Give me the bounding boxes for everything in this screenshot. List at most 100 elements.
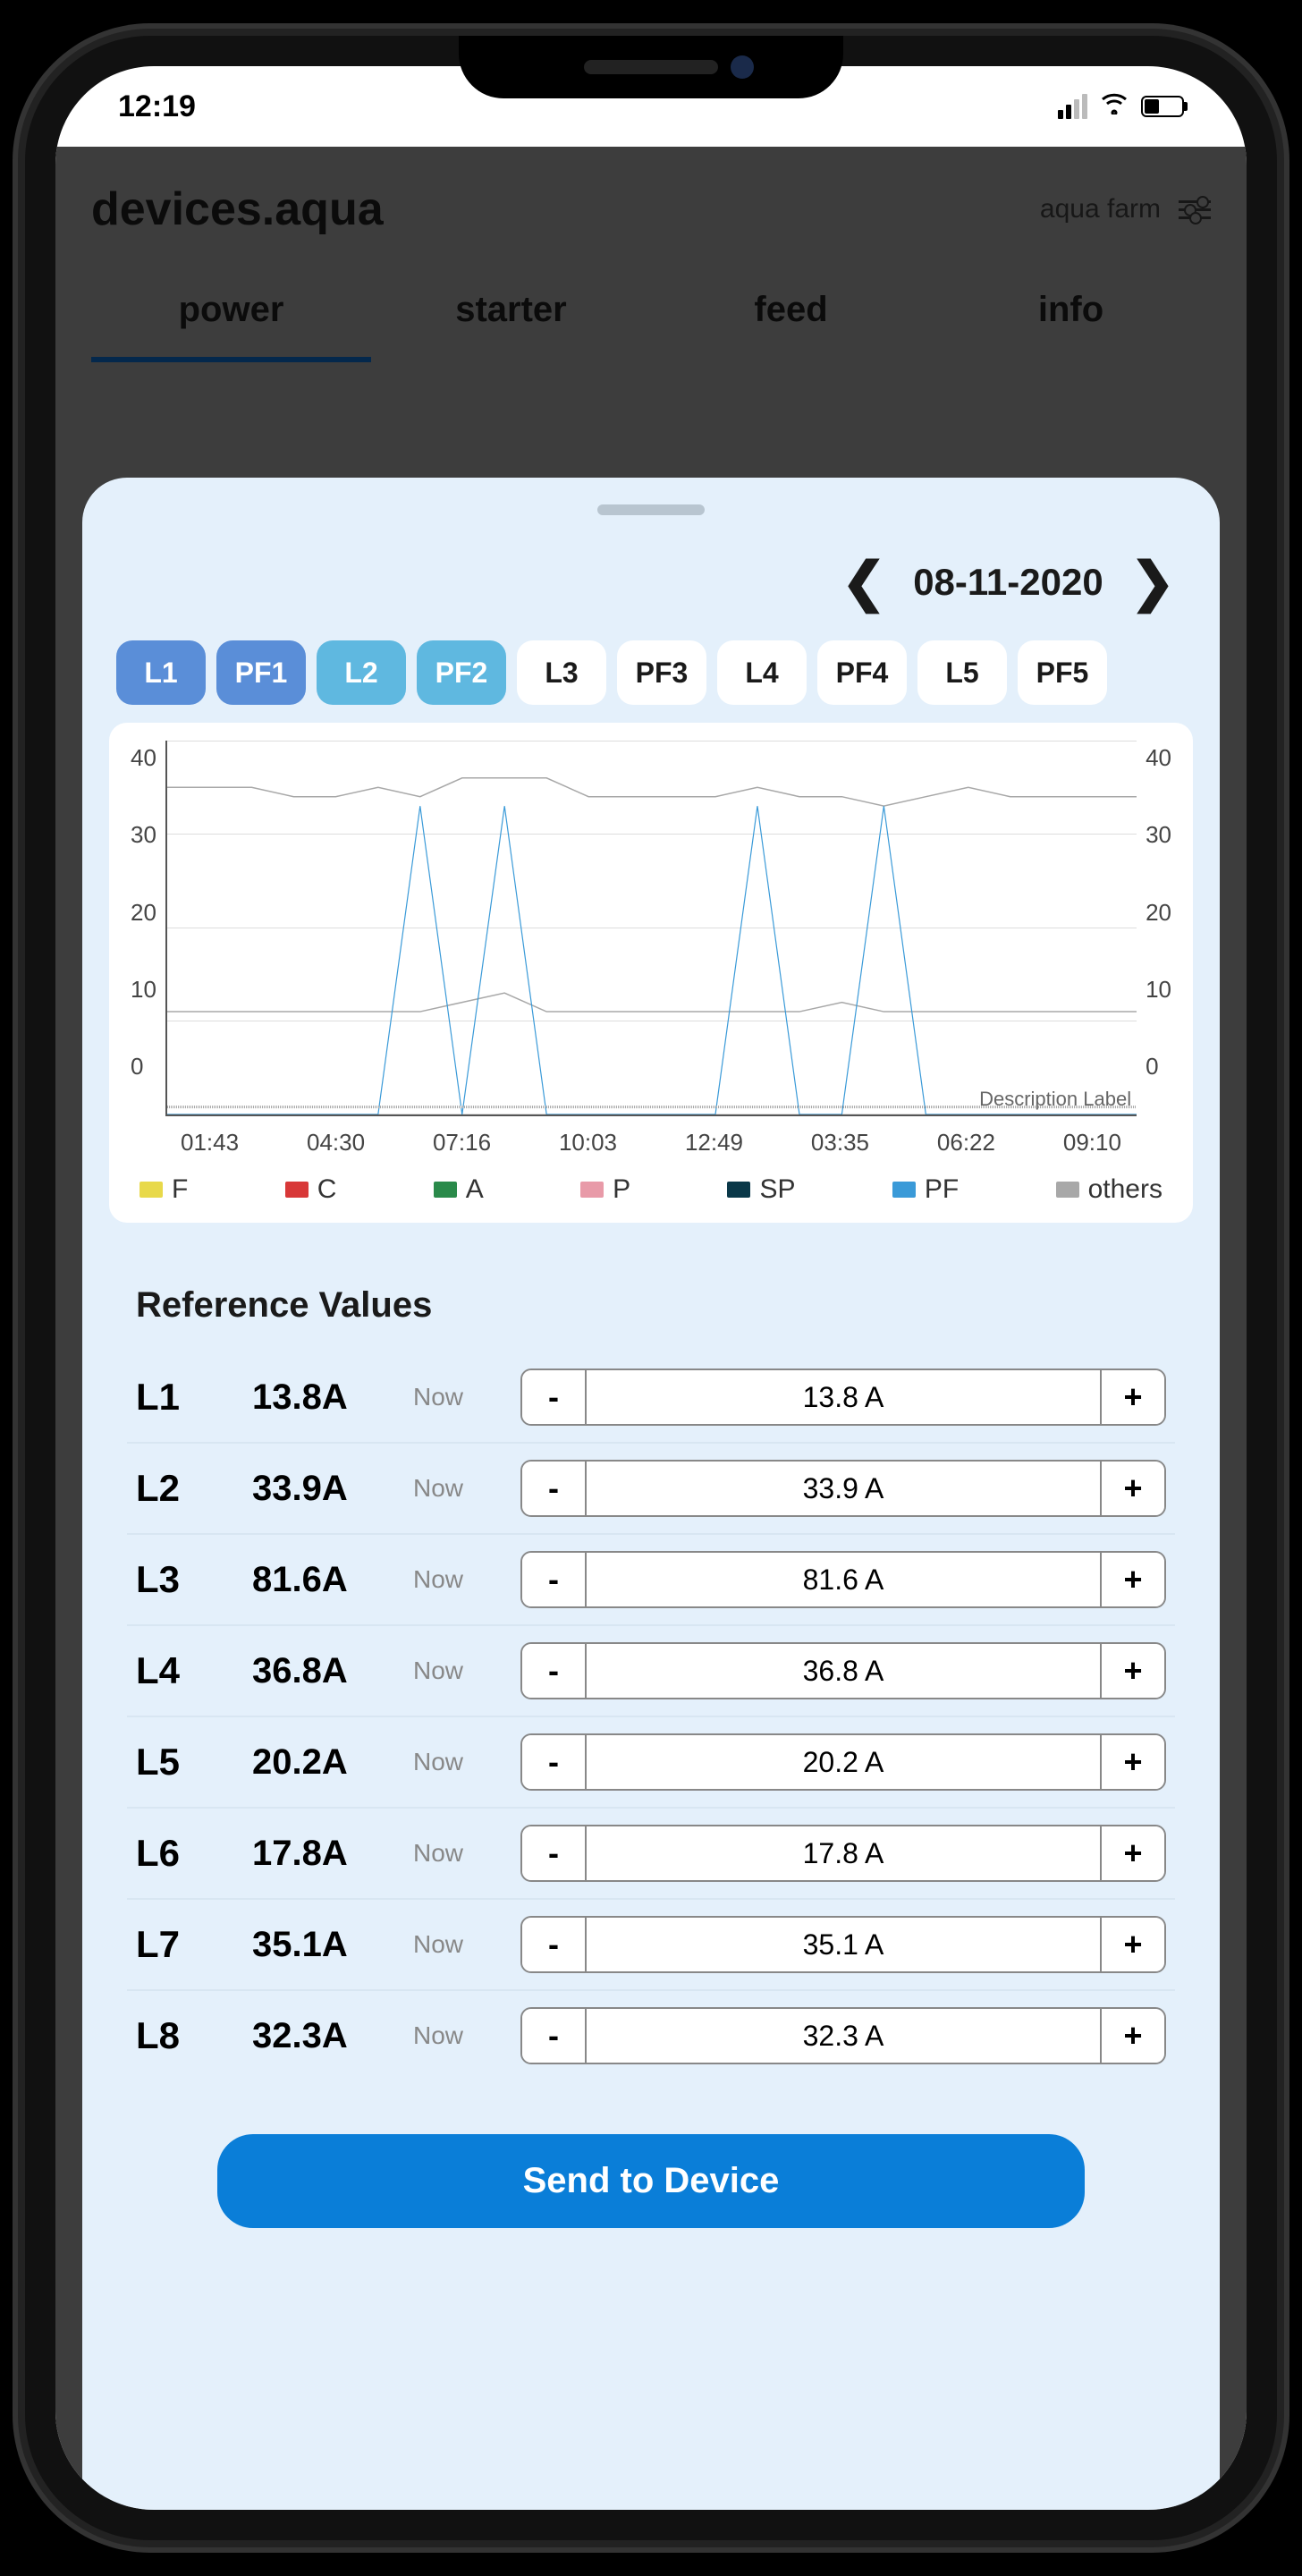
legend-item-a: A: [434, 1174, 484, 1205]
chip-l1[interactable]: L1: [116, 640, 206, 705]
y-axis-left: 403020100: [131, 741, 165, 1116]
chip-l5[interactable]: L5: [917, 640, 1007, 705]
chevron-right-icon[interactable]: ❯: [1130, 551, 1175, 614]
ref-now-label: Now: [413, 1565, 503, 1594]
stepper-l5: -20.2 A+: [520, 1733, 1166, 1791]
stepper-value: 17.8 A: [585, 1826, 1102, 1880]
x-axis: 01:4304:3007:1610:0312:4903:3506:2209:10: [131, 1116, 1171, 1157]
stepper-l4: -36.8 A+: [520, 1642, 1166, 1699]
chip-l3[interactable]: L3: [517, 640, 606, 705]
stepper-minus-button[interactable]: -: [522, 1370, 585, 1424]
stepper-value: 13.8 A: [585, 1370, 1102, 1424]
stepper-l2: -33.9 A+: [520, 1460, 1166, 1517]
legend-item-pf: PF: [892, 1174, 959, 1205]
legend-item-c: C: [285, 1174, 337, 1205]
reference-row-l6: L617.8ANow-17.8 A+: [127, 1809, 1175, 1900]
reference-row-l4: L436.8ANow-36.8 A+: [127, 1626, 1175, 1717]
ref-now-label: Now: [413, 1839, 503, 1868]
stepper-plus-button[interactable]: +: [1102, 1918, 1164, 1971]
stepper-l7: -35.1 A+: [520, 1916, 1166, 1973]
ref-label: L3: [136, 1558, 234, 1601]
chip-pf2[interactable]: PF2: [417, 640, 506, 705]
stepper-minus-button[interactable]: -: [522, 1735, 585, 1789]
ref-label: L8: [136, 2014, 234, 2057]
app-background: devices.aqua aqua farm power starter fee…: [55, 147, 1247, 2510]
chart-area: 403020100 Description Label 403020100: [131, 741, 1171, 1116]
chip-pf3[interactable]: PF3: [617, 640, 706, 705]
ref-current-value: 17.8A: [252, 1834, 395, 1874]
ref-now-label: Now: [413, 1383, 503, 1411]
legend-item-p: P: [580, 1174, 630, 1205]
stepper-value: 33.9 A: [585, 1462, 1102, 1515]
channel-chips: L1PF1L2PF2L3PF3L4PF4L5PF5: [109, 640, 1193, 723]
chart-card: 403020100 Description Label 403020100 01…: [109, 723, 1193, 1223]
legend-item-f: F: [140, 1174, 188, 1205]
reference-row-l7: L735.1ANow-35.1 A+: [127, 1900, 1175, 1991]
reference-row-l1: L113.8ANow-13.8 A+: [127, 1352, 1175, 1444]
ref-current-value: 36.8A: [252, 1651, 395, 1691]
chip-l4[interactable]: L4: [717, 640, 807, 705]
stepper-minus-button[interactable]: -: [522, 1553, 585, 1606]
stepper-minus-button[interactable]: -: [522, 1826, 585, 1880]
stepper-plus-button[interactable]: +: [1102, 1462, 1164, 1515]
ref-now-label: Now: [413, 1930, 503, 1959]
screen: 12:19 devices.aqua aqua farm power start…: [55, 66, 1247, 2510]
stepper-l3: -81.6 A+: [520, 1551, 1166, 1608]
y-axis-right: 403020100: [1137, 741, 1171, 1116]
stepper-plus-button[interactable]: +: [1102, 1553, 1164, 1606]
reference-table: L113.8ANow-13.8 A+L233.9ANow-33.9 A+L381…: [109, 1352, 1193, 2080]
ref-now-label: Now: [413, 2021, 503, 2050]
stepper-minus-button[interactable]: -: [522, 2009, 585, 2063]
chip-pf5[interactable]: PF5: [1018, 640, 1107, 705]
chart-plot: Description Label: [165, 741, 1137, 1116]
stepper-plus-button[interactable]: +: [1102, 2009, 1164, 2063]
reference-row-l2: L233.9ANow-33.9 A+: [127, 1444, 1175, 1535]
chart-legend: FCAPSPPFothers: [131, 1157, 1171, 1205]
chevron-left-icon[interactable]: ❮: [841, 551, 886, 614]
chip-l2[interactable]: L2: [317, 640, 406, 705]
ref-label: L7: [136, 1923, 234, 1966]
sheet-handle[interactable]: [597, 504, 705, 515]
stepper-minus-button[interactable]: -: [522, 1462, 585, 1515]
stepper-l8: -32.3 A+: [520, 2007, 1166, 2064]
ref-label: L2: [136, 1467, 234, 1510]
reference-title: Reference Values: [109, 1267, 1193, 1352]
bottom-sheet: ❮ 08-11-2020 ❯ L1PF1L2PF2L3PF3L4PF4L5PF5…: [82, 478, 1220, 2510]
status-indicators: [1058, 91, 1184, 122]
stepper-plus-button[interactable]: +: [1102, 1644, 1164, 1698]
chart-description-label: Description Label: [979, 1088, 1131, 1111]
stepper-value: 36.8 A: [585, 1644, 1102, 1698]
chip-pf1[interactable]: PF1: [216, 640, 306, 705]
ref-label: L5: [136, 1741, 234, 1784]
stepper-value: 35.1 A: [585, 1918, 1102, 1971]
ref-current-value: 13.8A: [252, 1377, 395, 1418]
reference-row-l3: L3 81.6A Now -81.6 A+: [127, 1535, 1175, 1626]
stepper-minus-button[interactable]: -: [522, 1918, 585, 1971]
ref-now-label: Now: [413, 1474, 503, 1503]
battery-icon: [1141, 96, 1184, 117]
phone-frame: 12:19 devices.aqua aqua farm power start…: [25, 36, 1277, 2540]
stepper-l1: -13.8 A+: [520, 1368, 1166, 1426]
wifi-icon: [1100, 91, 1129, 122]
ref-current-value: 35.1A: [252, 1925, 395, 1965]
stepper-plus-button[interactable]: +: [1102, 1735, 1164, 1789]
phone-notch: [459, 36, 843, 98]
chip-pf4[interactable]: PF4: [817, 640, 907, 705]
stepper-plus-button[interactable]: +: [1102, 1826, 1164, 1880]
ref-current-value: 33.9A: [252, 1469, 395, 1509]
reference-row-l5: L520.2ANow-20.2 A+: [127, 1717, 1175, 1809]
ref-now-label: Now: [413, 1657, 503, 1685]
stepper-minus-button[interactable]: -: [522, 1644, 585, 1698]
current-date: 08-11-2020: [913, 561, 1103, 604]
send-to-device-button[interactable]: Send to Device: [217, 2134, 1085, 2228]
ref-current-value: 81.6A: [252, 1560, 395, 1600]
date-navigator: ❮ 08-11-2020 ❯: [109, 551, 1193, 640]
status-time: 12:19: [118, 89, 196, 124]
ref-label: L1: [136, 1376, 234, 1419]
legend-item-others: others: [1056, 1174, 1162, 1205]
stepper-value: 32.3 A: [585, 2009, 1102, 2063]
ref-now-label: Now: [413, 1748, 503, 1776]
ref-current-value: 32.3A: [252, 2016, 395, 2056]
reference-row-l8: L832.3ANow-32.3 A+: [127, 1991, 1175, 2080]
stepper-plus-button[interactable]: +: [1102, 1370, 1164, 1424]
